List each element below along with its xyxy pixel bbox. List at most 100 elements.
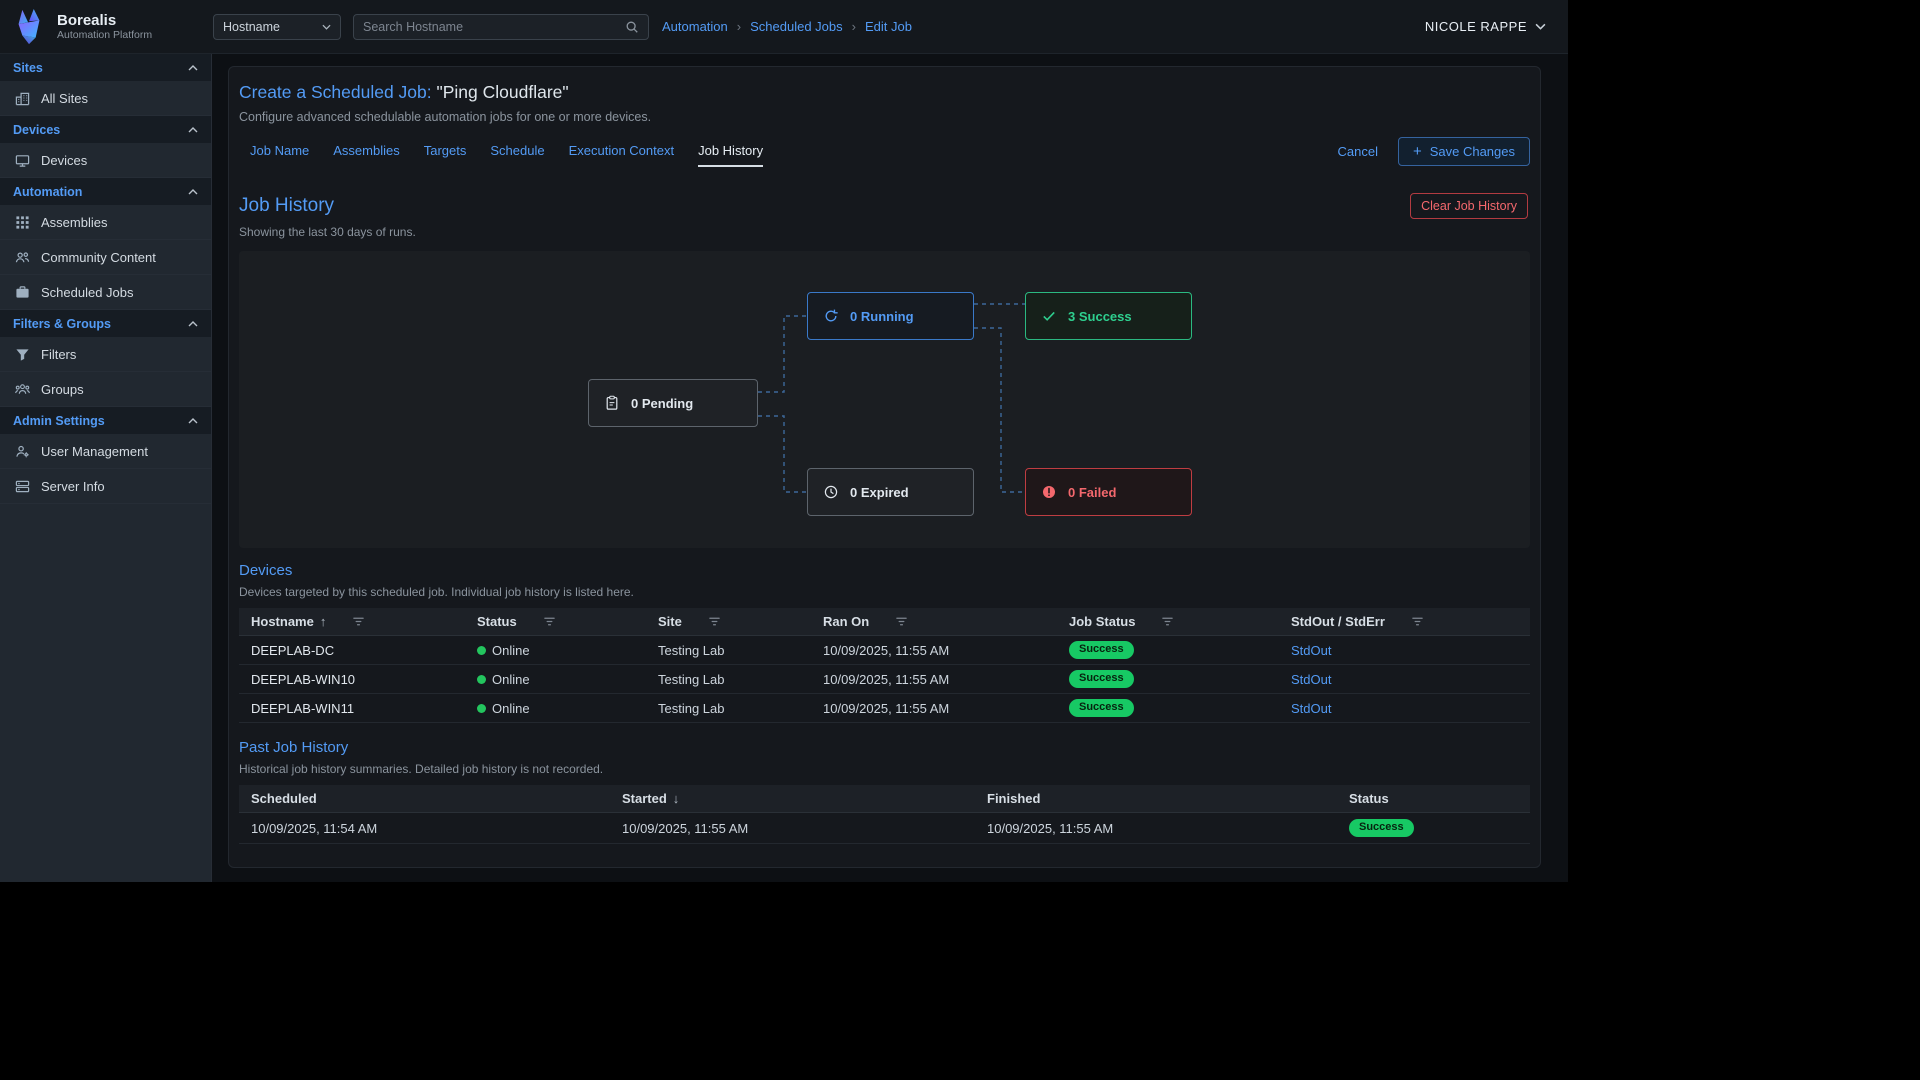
column-header-stdout-stderr[interactable]: StdOut / StdErr — [1279, 608, 1530, 635]
page-title-job-name: "Ping Cloudflare" — [437, 82, 569, 102]
sidebar-item-filters[interactable]: Filters — [0, 337, 211, 372]
filter-icon[interactable] — [543, 615, 556, 628]
flow-box-pending[interactable]: 0 Pending — [588, 379, 758, 427]
column-header-job-status[interactable]: Job Status — [1057, 608, 1279, 635]
page-title: Create a Scheduled Job: "Ping Cloudflare… — [239, 82, 1530, 103]
site-cell: Testing Lab — [646, 694, 811, 722]
tab-job-name[interactable]: Job Name — [250, 143, 309, 167]
sidebar-item-server-info[interactable]: Server Info — [0, 469, 211, 504]
hostname-cell: DEEPLAB-DC — [239, 636, 465, 664]
devices-description: Devices targeted by this scheduled job. … — [239, 585, 1530, 599]
tab-schedule[interactable]: Schedule — [490, 143, 544, 167]
stdout-link[interactable]: StdOut — [1291, 701, 1331, 716]
clear-job-history-button[interactable]: Clear Job History — [1410, 193, 1528, 219]
sidebar-item-all-sites[interactable]: All Sites — [0, 81, 211, 116]
save-changes-button[interactable]: + Save Changes — [1398, 137, 1530, 166]
sidebar-item-devices[interactable]: Devices — [0, 143, 211, 178]
tab-targets[interactable]: Targets — [424, 143, 467, 167]
filter-icon[interactable] — [708, 615, 721, 628]
stdout-link[interactable]: StdOut — [1291, 643, 1331, 658]
sort-asc-icon[interactable]: ↑ — [320, 614, 327, 629]
search-icon[interactable] — [625, 20, 639, 34]
column-header-ran-on[interactable]: Ran On — [811, 608, 1057, 635]
tabs-row: Job Name Assemblies Targets Schedule Exe… — [239, 137, 1530, 172]
monitor-icon — [15, 153, 30, 168]
job-history-header-row: Job History Clear Job History — [239, 193, 1530, 219]
column-header-status[interactable]: Status — [1337, 785, 1530, 812]
status-text: Online — [492, 701, 530, 716]
sidebar-item-label: Groups — [41, 382, 84, 397]
column-header-finished[interactable]: Finished — [975, 785, 1337, 812]
sidebar-item-user-management[interactable]: User Management — [0, 434, 211, 469]
clock-icon — [823, 484, 839, 500]
tab-job-history[interactable]: Job History — [698, 143, 763, 167]
briefcase-icon — [15, 285, 30, 300]
sidebar-section-automation[interactable]: Automation — [0, 178, 211, 205]
flow-box-expired[interactable]: 0 Expired — [807, 468, 974, 516]
sidebar-section-admin-settings[interactable]: Admin Settings — [0, 407, 211, 434]
section-label: Sites — [13, 61, 43, 75]
brand[interactable]: Borealis Automation Platform — [0, 8, 212, 46]
sidebar-section-devices[interactable]: Devices — [0, 116, 211, 143]
tab-execution-context[interactable]: Execution Context — [569, 143, 675, 167]
breadcrumb-edit-job[interactable]: Edit Job — [865, 19, 912, 34]
job-status-flow-panel: 0 Pending 0 Running 3 Success — [239, 251, 1530, 548]
flow-box-success[interactable]: 3 Success — [1025, 292, 1192, 340]
table-row: DEEPLAB-DC Online Testing Lab 10/09/2025… — [239, 636, 1530, 665]
filter-icon[interactable] — [352, 615, 365, 628]
sidebar-item-label: Assemblies — [41, 215, 107, 230]
devices-heading: Devices — [239, 562, 292, 579]
status-text: Online — [492, 643, 530, 658]
column-header-site[interactable]: Site — [646, 608, 811, 635]
job-status-cell: Success — [1057, 694, 1279, 722]
column-header-status[interactable]: Status — [465, 608, 646, 635]
hostname-select-value: Hostname — [223, 20, 280, 34]
hostname-cell: DEEPLAB-WIN11 — [239, 694, 465, 722]
sidebar-section-sites[interactable]: Sites — [0, 54, 211, 81]
clipboard-icon — [604, 395, 620, 411]
sidebar-item-scheduled-jobs[interactable]: Scheduled Jobs — [0, 275, 211, 310]
status-badge: Success — [1069, 641, 1134, 659]
brand-text: Borealis Automation Platform — [57, 12, 152, 41]
top-bar: Borealis Automation Platform Hostname Au… — [0, 0, 1568, 54]
status-cell: Online — [465, 636, 646, 664]
hostname-select[interactable]: Hostname — [213, 14, 341, 40]
sort-desc-icon[interactable]: ↓ — [673, 791, 680, 806]
ran-on-cell: 10/09/2025, 11:55 AM — [811, 665, 1057, 693]
sidebar-section-filters-groups[interactable]: Filters & Groups — [0, 310, 211, 337]
column-label: Hostname — [251, 614, 314, 629]
cancel-button[interactable]: Cancel — [1337, 144, 1377, 159]
expired-label: Expired — [861, 485, 909, 500]
flow-box-running[interactable]: 0 Running — [807, 292, 974, 340]
sidebar-item-label: Devices — [41, 153, 87, 168]
filter-icon[interactable] — [895, 615, 908, 628]
column-header-hostname[interactable]: Hostname ↑ — [239, 608, 465, 635]
search-input[interactable] — [363, 20, 625, 34]
brand-name: Borealis — [57, 12, 152, 29]
breadcrumb-scheduled-jobs[interactable]: Scheduled Jobs — [750, 19, 843, 34]
column-header-scheduled[interactable]: Scheduled — [239, 785, 610, 812]
app-window: Borealis Automation Platform Hostname Au… — [0, 0, 1568, 882]
breadcrumb-automation[interactable]: Automation — [662, 19, 728, 34]
sidebar: Sites All Sites Devices Devices Automati… — [0, 54, 212, 882]
breadcrumb-separator-icon: › — [737, 19, 741, 34]
filter-icon[interactable] — [1411, 615, 1424, 628]
filter-icon[interactable] — [1161, 615, 1174, 628]
tab-assemblies[interactable]: Assemblies — [333, 143, 399, 167]
stdout-cell: StdOut — [1279, 694, 1530, 722]
column-header-started[interactable]: Started ↓ — [610, 785, 975, 812]
breadcrumb: Automation › Scheduled Jobs › Edit Job — [662, 19, 912, 34]
error-icon — [1041, 484, 1057, 500]
column-label: Status — [477, 614, 517, 629]
job-history-heading: Job History — [239, 195, 334, 217]
column-label: Started — [622, 791, 667, 806]
ran-on-cell: 10/09/2025, 11:55 AM — [811, 694, 1057, 722]
user-menu[interactable]: NICOLE RAPPE — [1425, 19, 1546, 34]
finished-cell: 10/09/2025, 11:55 AM — [975, 813, 1337, 843]
sidebar-item-groups[interactable]: Groups — [0, 372, 211, 407]
sidebar-item-community-content[interactable]: Community Content — [0, 240, 211, 275]
sidebar-item-assemblies[interactable]: Assemblies — [0, 205, 211, 240]
stdout-link[interactable]: StdOut — [1291, 672, 1331, 687]
flow-box-failed[interactable]: 0 Failed — [1025, 468, 1192, 516]
job-status-cell: Success — [1057, 665, 1279, 693]
